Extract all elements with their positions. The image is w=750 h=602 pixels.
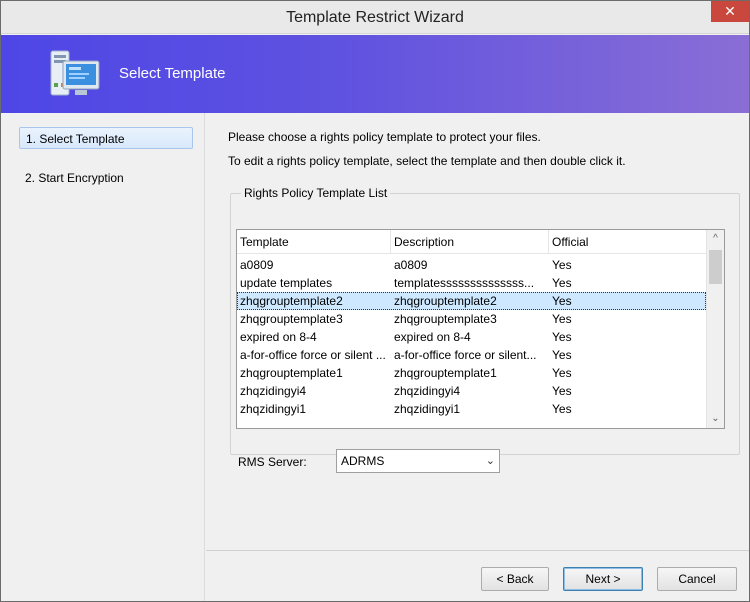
template-list[interactable]: Template Description Official a0809 a080… — [236, 229, 725, 429]
close-button[interactable]: ✕ — [711, 1, 749, 22]
table-row[interactable]: expired on 8-4 expired on 8-4 Yes — [237, 328, 706, 346]
window-title: Template Restrict Wizard — [286, 9, 464, 26]
cell-official: Yes — [552, 402, 572, 416]
table-row-selected[interactable]: zhqgrouptemplate2 zhqgrouptemplate2 Yes — [237, 292, 706, 310]
table-row[interactable]: zhqzidingyi4 zhqzidingyi4 Yes — [237, 382, 706, 400]
list-header: Template Description Official — [237, 230, 706, 254]
cell-official: Yes — [552, 330, 572, 344]
cell-template: update templates — [240, 276, 333, 290]
cell-template: zhqgrouptemplate2 — [240, 294, 343, 308]
table-row[interactable]: a-for-office force or silent ... a-for-o… — [237, 346, 706, 364]
cell-template: zhqzidingyi4 — [240, 384, 307, 398]
scroll-down-icon[interactable]: ⌄ — [707, 410, 724, 428]
table-row[interactable]: update templates templatessssssssssssss.… — [237, 274, 706, 292]
group-title: Rights Policy Template List — [241, 186, 391, 200]
rms-server-label: RMS Server: — [238, 455, 307, 469]
computer-icon — [49, 49, 101, 99]
table-row[interactable]: zhqgrouptemplate1 zhqgrouptemplate1 Yes — [237, 364, 706, 382]
cell-description: a-for-office force or silent... — [394, 348, 537, 362]
column-header-description[interactable]: Description — [391, 230, 549, 254]
cell-template: zhqzidingyi1 — [240, 402, 307, 416]
banner-heading: Select Template — [119, 65, 226, 82]
cell-official: Yes — [552, 294, 572, 308]
cancel-button[interactable]: Cancel — [657, 567, 737, 591]
cell-template: zhqgrouptemplate3 — [240, 312, 343, 326]
cell-template: expired on 8-4 — [240, 330, 317, 344]
footer-separator — [206, 550, 749, 551]
cell-description: zhqgrouptemplate1 — [394, 366, 497, 380]
cell-description: zhqgrouptemplate3 — [394, 312, 497, 326]
cell-official: Yes — [552, 384, 572, 398]
table-row[interactable]: zhqzidingyi1 zhqzidingyi1 Yes — [237, 400, 706, 418]
next-button[interactable]: Next > — [563, 567, 643, 591]
scroll-up-icon[interactable]: ^ — [707, 230, 724, 248]
header-banner: Select Template — [1, 35, 749, 113]
cell-official: Yes — [552, 312, 572, 326]
chevron-down-icon: ⌄ — [485, 455, 495, 467]
cell-official: Yes — [552, 366, 572, 380]
instruction-line-2: To edit a rights policy template, select… — [228, 154, 626, 168]
list-scrollbar[interactable]: ^ ⌄ — [706, 230, 724, 428]
cell-description: zhqzidingyi1 — [394, 402, 461, 416]
table-row[interactable]: zhqgrouptemplate3 zhqgrouptemplate3 Yes — [237, 310, 706, 328]
cell-description: zhqgrouptemplate2 — [394, 294, 497, 308]
scroll-thumb[interactable] — [709, 250, 722, 284]
nav-step-start-encryption[interactable]: 2. Start Encryption — [19, 167, 193, 189]
rms-server-value: ADRMS — [341, 454, 385, 468]
rms-server-dropdown[interactable]: ADRMS ⌄ — [336, 449, 500, 473]
cell-official: Yes — [552, 258, 572, 272]
cell-template: zhqgrouptemplate1 — [240, 366, 343, 380]
title-bar: Template Restrict Wizard ✕ — [1, 1, 749, 34]
cell-template: a0809 — [240, 258, 274, 272]
cell-official: Yes — [552, 348, 572, 362]
wizard-window: Template Restrict Wizard ✕ Select Templa… — [0, 0, 750, 602]
wizard-steps-nav: 1. Select Template 2. Start Encryption — [1, 113, 205, 601]
back-button[interactable]: < Back — [481, 567, 549, 591]
cell-description: expired on 8-4 — [394, 330, 471, 344]
cell-template: a-for-office force or silent ... — [240, 348, 386, 362]
main-panel: Please choose a rights policy template t… — [206, 113, 749, 601]
cell-description: a0809 — [394, 258, 428, 272]
table-row[interactable]: a0809 a0809 Yes — [237, 256, 706, 274]
cell-description: templatessssssssssssss... — [394, 276, 535, 290]
column-header-template[interactable]: Template — [237, 230, 391, 254]
cell-description: zhqzidingyi4 — [394, 384, 461, 398]
nav-step-select-template[interactable]: 1. Select Template — [19, 127, 193, 149]
cell-official: Yes — [552, 276, 572, 290]
column-header-official[interactable]: Official — [549, 230, 706, 254]
instruction-line-1: Please choose a rights policy template t… — [228, 130, 541, 144]
